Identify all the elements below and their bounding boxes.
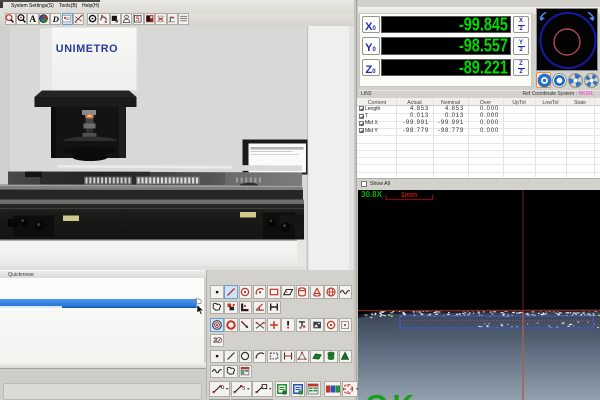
svg-text:o: o bbox=[221, 385, 225, 391]
svg-text:S: S bbox=[136, 16, 140, 23]
svg-text:A: A bbox=[29, 14, 36, 24]
svg-text:s: s bbox=[242, 384, 246, 391]
svg-text:1mm: 1mm bbox=[401, 192, 417, 199]
svg-text:30.8X: 30.8X bbox=[361, 190, 383, 199]
svg-text:UNIMETRO: UNIMETRO bbox=[56, 43, 118, 55]
svg-text:D: D bbox=[51, 14, 59, 24]
svg-text:OK: OK bbox=[365, 390, 418, 400]
